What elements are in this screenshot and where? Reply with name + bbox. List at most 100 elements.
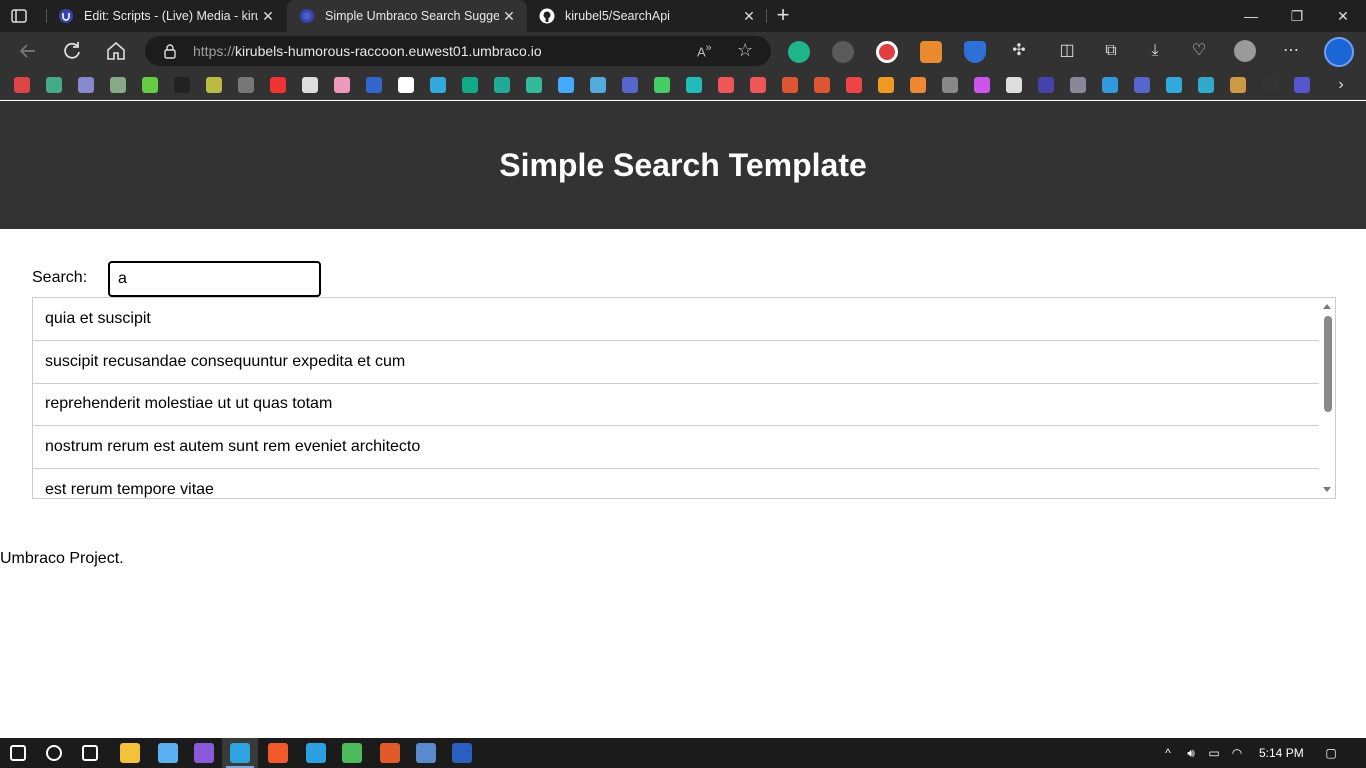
sq-icon[interactable] [1262, 77, 1278, 93]
bookmark-icon[interactable] [1134, 77, 1150, 93]
task-view-icon[interactable] [82, 745, 98, 761]
bookmark-icon[interactable] [1038, 77, 1054, 93]
suggestion-item[interactable]: est rerum tempore vitae [33, 468, 1321, 498]
back-icon[interactable] [16, 39, 40, 63]
bookmark-icon[interactable] [1166, 77, 1182, 93]
extension-icon[interactable] [832, 41, 854, 63]
tab-github-searchapi[interactable]: kirubel5/SearchApi ✕ [527, 0, 767, 32]
microsoft-icon[interactable] [878, 77, 894, 93]
bitwarden-extension-icon[interactable] [964, 41, 986, 63]
visual-studio-icon[interactable] [194, 743, 214, 763]
clock[interactable]: 5:14 PM [1259, 746, 1304, 760]
split-screen-icon[interactable]: ◫ [1056, 40, 1078, 62]
gmail-icon[interactable] [14, 77, 30, 93]
azure-icon[interactable] [558, 77, 574, 93]
upwork-icon[interactable] [142, 77, 158, 93]
app-icon[interactable] [416, 743, 436, 763]
bookmark-icon[interactable] [1006, 77, 1022, 93]
jpg-pdf-icon[interactable] [750, 77, 766, 93]
profile-avatar-icon[interactable] [1234, 40, 1256, 62]
suggestion-item[interactable]: nostrum rerum est autem sunt rem eveniet… [33, 426, 1321, 469]
maps-icon[interactable] [654, 77, 670, 93]
scroll-up-icon[interactable] [1323, 304, 1331, 309]
chevron-right-icon[interactable]: › [1330, 74, 1352, 96]
url-text[interactable]: https://kirubels-humorous-raccoon.euwest… [193, 43, 542, 59]
scrollbar-thumb[interactable] [1324, 316, 1332, 412]
fiverr-icon[interactable] [174, 77, 190, 93]
bookmark-icon[interactable] [1198, 77, 1214, 93]
notifications-icon[interactable]: ▢ [1324, 746, 1338, 760]
notepad-icon[interactable] [158, 743, 178, 763]
more-menu-icon[interactable]: ⋯ [1280, 40, 1302, 62]
youtube-icon[interactable] [270, 77, 286, 93]
svg-png-icon[interactable] [718, 77, 734, 93]
tab-simple-umbraco-search[interactable]: Simple Umbraco Search Suggest ✕ [287, 0, 527, 32]
bookmark-icon[interactable] [686, 77, 702, 93]
word-icon[interactable] [452, 743, 472, 763]
performance-icon[interactable]: ♡ [1188, 40, 1210, 62]
figma-icon[interactable] [974, 77, 990, 93]
binance-icon[interactable] [334, 77, 350, 93]
bookmark-icon[interactable] [526, 77, 542, 93]
bookmark-icon[interactable] [1070, 77, 1086, 93]
close-icon[interactable]: ✕ [739, 8, 759, 25]
gmail-icon[interactable] [46, 77, 62, 93]
react-icon[interactable] [590, 77, 606, 93]
close-icon[interactable]: ✕ [258, 8, 278, 25]
read-aloud-icon[interactable]: A» [697, 42, 712, 59]
github-icon[interactable] [302, 77, 318, 93]
battery-icon[interactable]: ▭ [1207, 746, 1221, 760]
close-icon[interactable]: ✕ [499, 8, 519, 25]
search-icon[interactable] [46, 745, 62, 761]
stackoverflow-icon[interactable] [910, 77, 926, 93]
new-tab-button[interactable]: + [772, 4, 794, 26]
close-window-button[interactable]: ✕ [1320, 0, 1366, 32]
suggestion-item[interactable]: quia et suscipit [33, 298, 1321, 341]
powerpoint-icon[interactable] [380, 743, 400, 763]
chevron-up-icon[interactable]: ^ [1161, 746, 1175, 760]
extensions-icon[interactable]: ✣ [1008, 40, 1030, 62]
tool-icon[interactable] [814, 77, 830, 93]
bookmark-icon[interactable] [942, 77, 958, 93]
brave-icon[interactable] [268, 743, 288, 763]
tool-icon[interactable] [782, 77, 798, 93]
bookmark-icon[interactable] [430, 77, 446, 93]
app-icon[interactable] [342, 743, 362, 763]
download-icon[interactable]: ⤓ [1144, 40, 1166, 62]
grammarly-icon[interactable] [462, 77, 478, 93]
tab-actions-icon[interactable] [10, 7, 28, 25]
file-explorer-icon[interactable] [120, 743, 140, 763]
bookmark-icon[interactable] [494, 77, 510, 93]
minimize-button[interactable]: — [1228, 0, 1274, 32]
maximize-button[interactable]: ❐ [1274, 0, 1320, 32]
bookmark-icon[interactable] [206, 77, 222, 93]
grammarly-extension-icon[interactable] [788, 41, 810, 63]
bookmark-icon[interactable] [398, 77, 414, 93]
scroll-down-icon[interactable] [1323, 487, 1331, 492]
flag-icon[interactable] [622, 77, 638, 93]
address-bar[interactable]: https://kirubels-humorous-raccoon.euwest… [145, 36, 771, 66]
suggestion-item[interactable]: suscipit recusandae consequuntur expedit… [33, 341, 1321, 384]
home-icon[interactable] [104, 39, 128, 63]
telegram-icon[interactable] [306, 743, 326, 763]
tab-edit-scripts[interactable]: Edit: Scripts - (Live) Media - kirub ✕ [46, 0, 286, 32]
volume-icon[interactable]: 🔊︎ [1184, 746, 1198, 760]
bing-copilot-icon[interactable] [1324, 37, 1354, 67]
bookmark-icon[interactable] [366, 77, 382, 93]
chatgpt-icon[interactable] [110, 77, 126, 93]
bookmark-icon[interactable] [1102, 77, 1118, 93]
mail-icon[interactable] [1294, 77, 1310, 93]
suggestion-scrollbar[interactable] [1319, 298, 1335, 498]
bookmark-icon[interactable] [238, 77, 254, 93]
gmail-icon[interactable] [78, 77, 94, 93]
lock-icon[interactable] [162, 43, 178, 59]
bookmark-icon[interactable] [1230, 77, 1246, 93]
search-input[interactable] [108, 261, 321, 297]
adblock-extension-icon[interactable] [876, 41, 898, 63]
edge-icon[interactable] [230, 743, 250, 763]
refresh-icon[interactable] [60, 39, 84, 63]
metamask-extension-icon[interactable] [920, 41, 942, 63]
suggestion-item[interactable]: reprehenderit molestiae ut ut quas totam [33, 383, 1321, 426]
bookmark-icon[interactable] [846, 77, 862, 93]
collections-icon[interactable]: ⧉ [1100, 40, 1122, 62]
